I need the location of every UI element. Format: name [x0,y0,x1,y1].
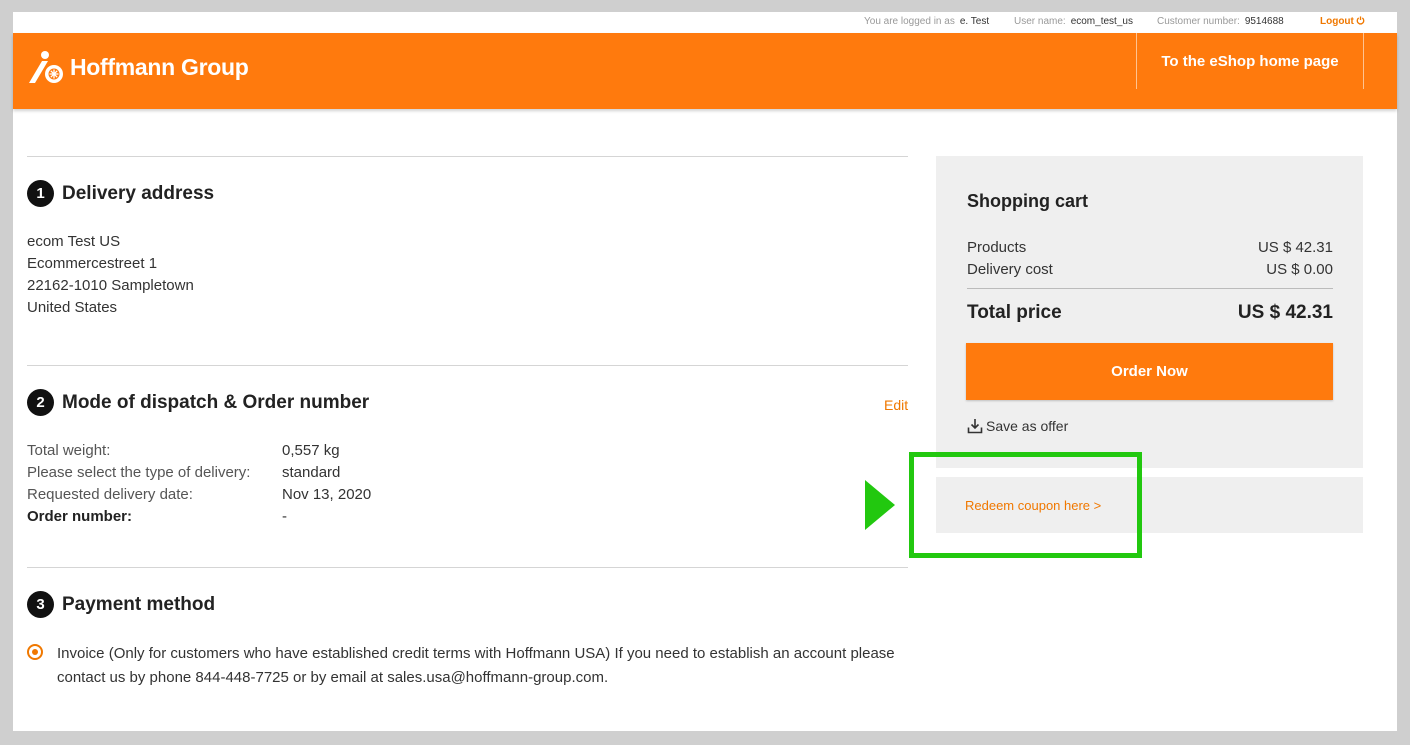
save-as-offer-link[interactable]: Save as offer [967,418,1068,434]
step-number-2: 2 [27,389,54,416]
section-divider [27,365,908,366]
products-row: Products US $ 42.31 [967,239,1333,256]
eshop-home-link[interactable]: To the eShop home page [1136,33,1364,89]
total-price-label: Total price [967,302,1062,323]
coupon-panel: Redeem coupon here > [936,477,1363,533]
customer-number-info: Customer number: 9514688 [1157,16,1284,27]
section-divider [27,156,908,157]
step-number-3: 3 [27,591,54,618]
edit-dispatch-link[interactable]: Edit [884,397,908,413]
logged-in-info: You are logged in as e. Test [864,16,989,27]
user-info-bar: You are logged in as e. Test User name: ec… [13,12,1397,33]
eshop-home-link-label: To the eShop home page [1161,52,1339,70]
logged-in-value: e. Test [959,16,990,27]
products-label: Products [967,239,1027,256]
products-amount: US $ 42.31 [1257,239,1333,256]
delivery-type-label: Please select the type of delivery: [27,464,251,481]
shopping-cart-title: Shopping cart [967,191,1088,211]
username-info: User name: ecom_test_us [1014,16,1133,27]
order-number-label: Order number: [27,508,133,525]
download-icon [967,419,983,434]
order-number-value: - [282,508,287,525]
delivery-date-label: Requested delivery date: [27,486,193,503]
address-line: ecom Test US [27,233,121,250]
shopping-cart-panel: Shopping cart Products US $ 42.31 Delive… [936,156,1363,468]
customer-number-value: 9514688 [1244,16,1284,27]
total-price-row: Total price US $ 42.31 [967,302,1333,324]
total-price-amount: US $ 42.31 [1237,302,1333,323]
username-value: ecom_test_us [1070,16,1133,27]
total-weight-value: 0,557 kg [282,442,340,459]
delivery-cost-amount: US $ 0.00 [1266,261,1333,278]
delivery-type-value: standard [282,464,341,481]
hoffmann-logo-icon [29,51,63,83]
dispatch-title: Mode of dispatch & Order number [62,392,370,413]
logo-text: Hoffmann Group [70,53,249,80]
username-label: User name: [1014,16,1066,27]
invoice-radio[interactable] [27,644,43,660]
customer-number-label: Customer number: [1157,16,1240,27]
step-number-1: 1 [27,180,54,207]
delivery-date-value: Nov 13, 2020 [282,486,372,503]
cart-divider [967,288,1333,289]
address-line: 22162-1010 Sampletown [27,277,194,294]
annotation-arrow-icon [865,480,895,530]
order-now-button[interactable]: Order Now [966,343,1333,400]
power-icon [1356,16,1365,25]
hoffmann-logo[interactable]: Hoffmann Group [27,47,249,87]
payment-method-title: Payment method [62,594,216,615]
invoice-option-text: Invoice (Only for customers who have est… [57,645,895,686]
delivery-address-title: Delivery address [62,183,215,204]
delivery-cost-label: Delivery cost [967,261,1053,278]
redeem-coupon-link[interactable]: Redeem coupon here > [965,498,1101,513]
delivery-cost-row: Delivery cost US $ 0.00 [967,261,1333,278]
section-divider [27,567,908,568]
checkout-page: You are logged in as e. Test User name: ec… [13,12,1397,731]
save-as-offer-label: Save as offer [986,418,1069,434]
total-weight-label: Total weight: [27,442,111,459]
logout-link[interactable]: Logout [1320,16,1365,27]
logout-label: Logout [1320,16,1354,27]
address-line: United States [27,299,118,316]
logged-in-label: You are logged in as [864,16,955,27]
address-line: Ecommercestreet 1 [27,255,158,272]
site-header: Hoffmann Group To the eShop home page [13,33,1397,109]
